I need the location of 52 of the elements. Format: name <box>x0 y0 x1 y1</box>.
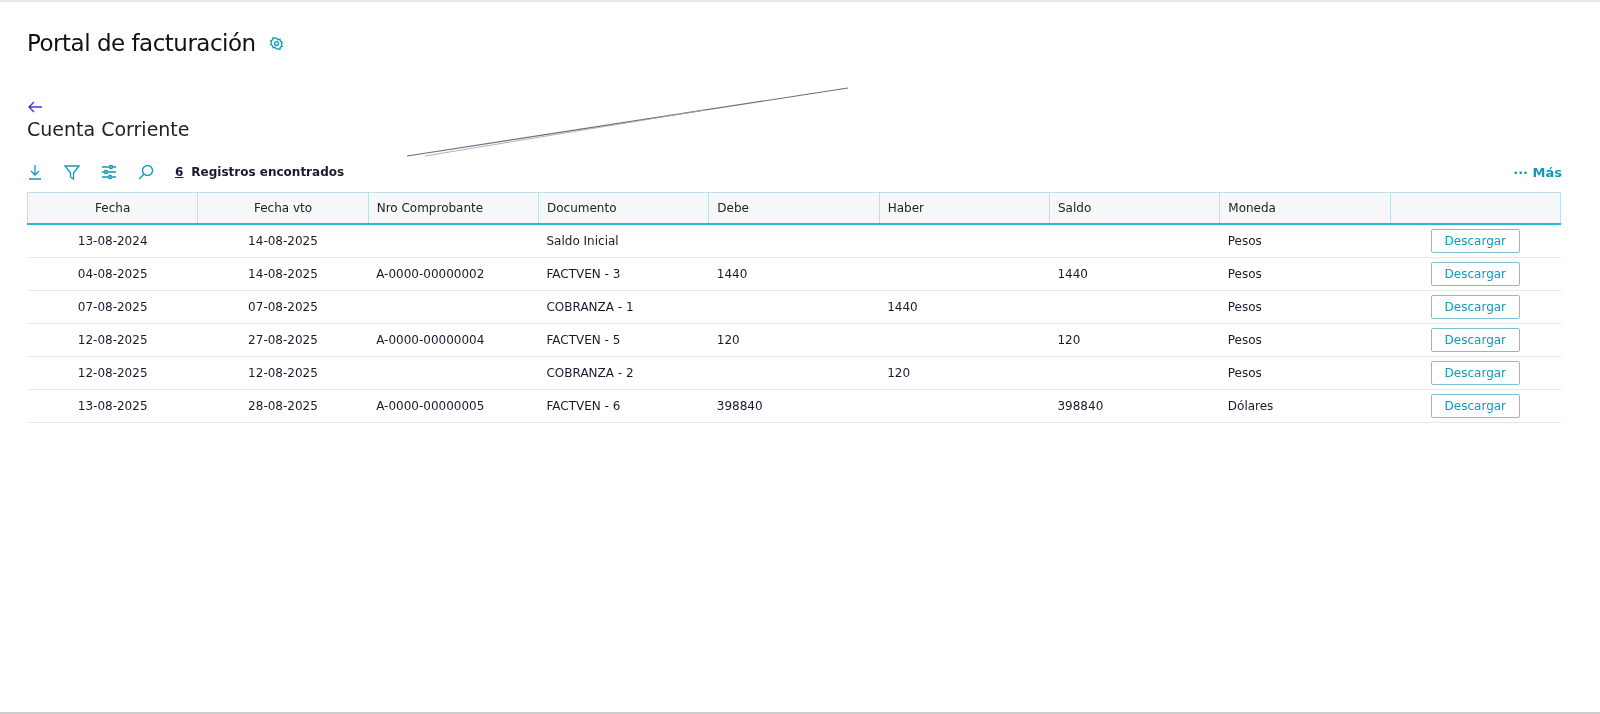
table-cell: 120 <box>716 333 740 347</box>
table-cell: Pesos <box>1227 366 1262 380</box>
column-header[interactable]: Haber <box>887 201 924 215</box>
search-icon[interactable] <box>138 164 154 180</box>
table-cell: 13-08-2025 <box>77 399 148 413</box>
column-header[interactable]: Debe <box>717 201 749 215</box>
table-cell: 1440 <box>716 267 748 281</box>
column-header[interactable]: Documento <box>547 201 617 215</box>
table-cell: FACTVEN - 3 <box>546 267 621 281</box>
table-cell: 1440 <box>887 300 918 314</box>
table-cell: Dólares <box>1227 399 1274 413</box>
table-cell: Pesos <box>1227 234 1262 248</box>
download-icon[interactable] <box>27 164 43 180</box>
table-cell: 120 <box>887 366 911 380</box>
table-cell: 398840 <box>1057 399 1104 413</box>
column-header[interactable]: Fecha vto <box>253 201 313 215</box>
settings-icon[interactable] <box>269 36 283 50</box>
table-cell: Pesos <box>1227 267 1262 281</box>
table-cell: 398840 <box>716 399 763 413</box>
table-cell: 1440 <box>1057 267 1088 281</box>
table-cell: 14-08-2025 <box>248 267 318 281</box>
sliders-icon[interactable] <box>101 164 117 180</box>
table-cell: 04-08-2025 <box>77 267 148 281</box>
record-count: 6 <box>175 165 184 179</box>
records-found-label: Registros encontrados <box>191 165 345 179</box>
table-cell: 27-08-2025 <box>248 333 318 347</box>
table-cell: A-0000-00000005 <box>376 399 485 413</box>
table-cell: 120 <box>1057 333 1081 347</box>
column-header[interactable]: Saldo <box>1057 201 1092 215</box>
table-cell: 12-08-2025 <box>77 366 148 380</box>
table-cell: 14-08-2025 <box>248 234 318 248</box>
table-cell: 28-08-2025 <box>248 399 318 413</box>
table-cell: COBRANZA - 1 <box>546 300 634 314</box>
table-cell: Pesos <box>1227 300 1262 314</box>
table-cell: FACTVEN - 5 <box>546 333 621 347</box>
table-cell: A-0000-00000004 <box>376 333 485 347</box>
table-cell: 12-08-2025 <box>248 366 318 380</box>
column-header[interactable]: Fecha <box>95 201 131 215</box>
table-cell: A-0000-00000002 <box>376 267 485 281</box>
table-cell: COBRANZA - 2 <box>546 366 634 380</box>
back-arrow-icon[interactable] <box>27 100 43 114</box>
page-title: Portal de facturación <box>27 30 256 56</box>
table-cell: 07-08-2025 <box>77 300 148 314</box>
column-header[interactable]: Moneda <box>1228 201 1276 215</box>
table-cell: Pesos <box>1227 333 1262 347</box>
section-title: Cuenta Corriente <box>27 118 191 140</box>
table-cell: 07-08-2025 <box>248 300 318 314</box>
table-cell: FACTVEN - 6 <box>546 399 621 413</box>
table-cell: 12-08-2025 <box>77 333 148 347</box>
table-cell: 13-08-2024 <box>77 234 148 248</box>
table-cell: Saldo Inicial <box>546 234 619 248</box>
filter-icon[interactable] <box>64 164 80 180</box>
